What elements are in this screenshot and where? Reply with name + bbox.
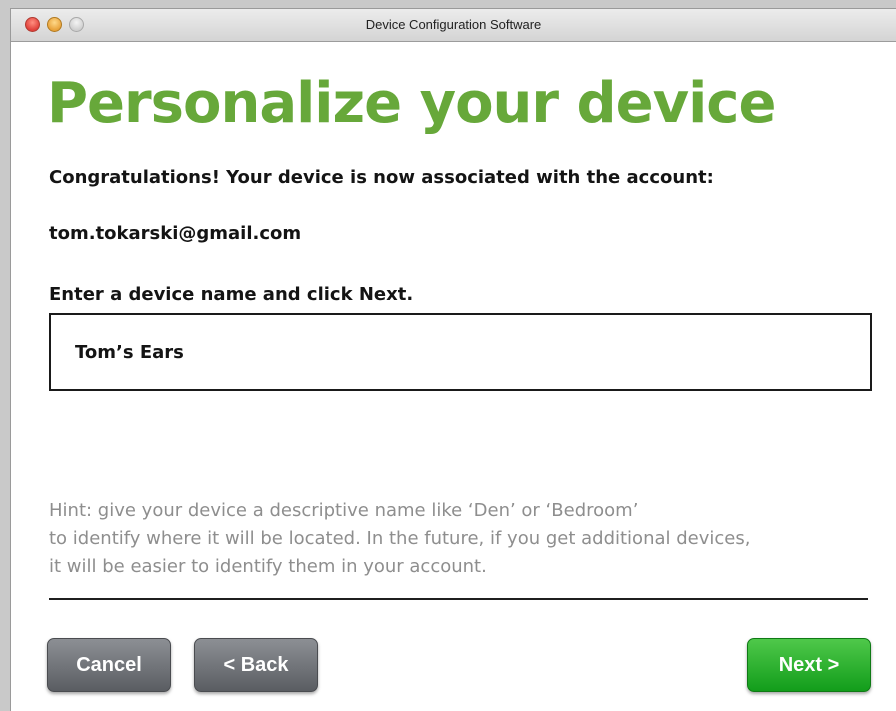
hint-text: Hint: give your device a descriptive nam… [49,497,879,581]
account-email: tom.tokarski@gmail.com [49,223,302,244]
device-name-input[interactable] [49,313,872,391]
device-name-prompt: Enter a device name and click Next. [49,284,414,305]
next-button[interactable]: Next > [747,638,871,692]
app-window: Device Configuration Software Personaliz… [10,8,896,711]
window-title: Device Configuration Software [365,17,542,32]
congratulations-message: Congratulations! Your device is now asso… [49,167,714,188]
hint-line: it will be easier to identify them in yo… [49,556,487,577]
title-bar[interactable]: Device Configuration Software [11,9,896,42]
divider [49,598,868,600]
hint-line: to identify where it will be located. In… [49,528,751,549]
cancel-button[interactable]: Cancel [47,638,171,692]
page-title: Personalize your device [47,71,776,136]
back-button[interactable]: < Back [194,638,318,692]
hint-line: Hint: give your device a descriptive nam… [49,500,639,521]
